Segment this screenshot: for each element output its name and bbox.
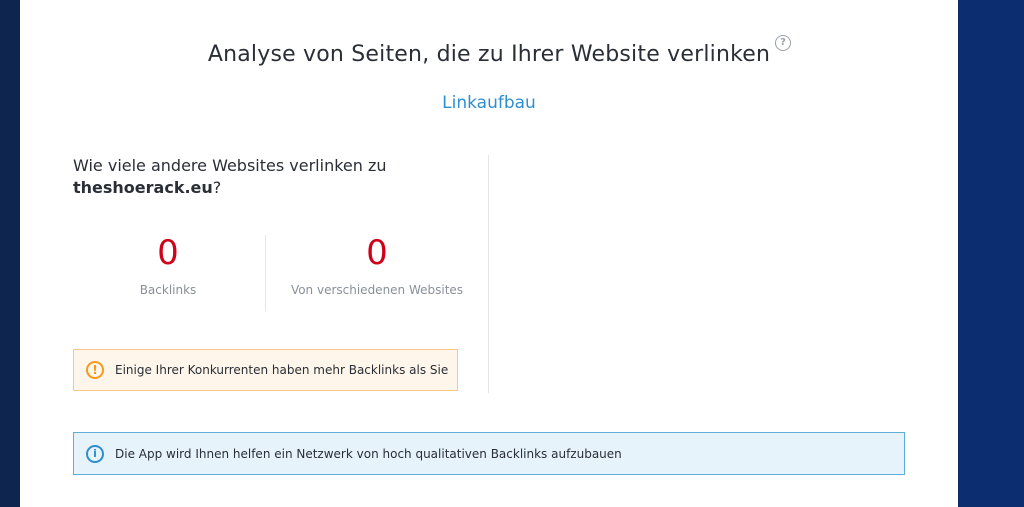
analysis-card: Analyse von Seiten, die zu Ihrer Website… xyxy=(20,0,958,507)
stats-row: 0 Backlinks 0 Von verschiedenen Websites xyxy=(73,233,488,311)
competitor-warning-alert: ! Einige Ihrer Konkurrenten haben mehr B… xyxy=(73,349,458,391)
question-suffix: ? xyxy=(212,178,222,197)
backlinks-question: Wie viele andere Websites verlinken zu t… xyxy=(73,155,488,199)
question-prefix: Wie viele andere Websites verlinken zu xyxy=(73,156,387,175)
backlinks-summary: Wie viele andere Websites verlinken zu t… xyxy=(73,155,488,311)
exclamation-circle-icon: ! xyxy=(86,361,104,379)
linkaufbau-link-label[interactable]: Linkaufbau xyxy=(442,93,536,113)
stat-backlinks: 0 Backlinks xyxy=(73,233,263,297)
stat-referring-domains: 0 Von verschiedenen Websites xyxy=(266,233,488,297)
column-divider xyxy=(488,155,489,393)
linkaufbau-link[interactable]: Linkaufbau xyxy=(20,93,958,113)
info-text: Die App wird Ihnen helfen ein Netzwerk v… xyxy=(115,446,622,461)
page-title-text: Analyse von Seiten, die zu Ihrer Website… xyxy=(207,42,771,67)
app-info-alert: i Die App wird Ihnen helfen ein Netzwerk… xyxy=(73,432,905,475)
title-row: Analyse von Seiten, die zu Ihrer Website… xyxy=(20,35,958,67)
warning-text: Einige Ihrer Konkurrenten haben mehr Bac… xyxy=(115,363,449,377)
stat-referring-domains-value: 0 xyxy=(366,233,388,273)
stat-backlinks-label: Backlinks xyxy=(139,283,197,297)
info-circle-icon: i xyxy=(86,444,104,463)
stat-referring-domains-label: Von verschiedenen Websites xyxy=(290,283,464,297)
stat-backlinks-value: 0 xyxy=(157,233,179,273)
question-domain: theshoerack.eu xyxy=(73,178,213,197)
help-icon[interactable]: ? xyxy=(775,35,792,51)
page-title: Analyse von Seiten, die zu Ihrer Website… xyxy=(207,35,792,67)
